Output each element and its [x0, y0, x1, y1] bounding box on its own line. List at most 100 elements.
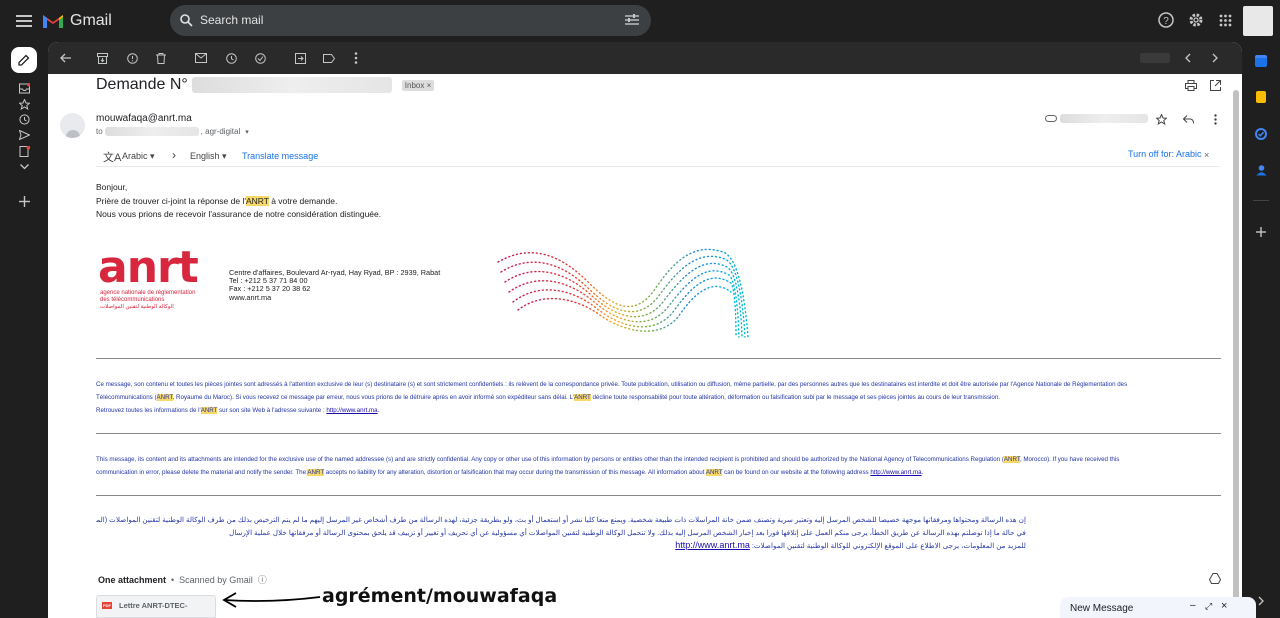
star-icon[interactable] — [12, 96, 36, 112]
chevron-right-icon[interactable] — [1256, 595, 1266, 607]
anrt-logo: anrt agence nationale de réglementation … — [98, 246, 218, 320]
close-icon[interactable]: × — [1204, 150, 1209, 160]
search-bar[interactable]: Search mail — [170, 5, 651, 36]
add-label-icon[interactable] — [12, 193, 36, 209]
print-icon[interactable] — [1184, 78, 1198, 92]
keep-icon[interactable] — [1256, 91, 1266, 103]
disclaimer-ar-line-3: للمزيد من المعلومات، يرجى الاطلاع على ال… — [675, 540, 1026, 550]
more-vert-icon[interactable] — [348, 50, 364, 66]
message-panel: Demande N° Inbox × mouwafaqa@anrt.ma to … — [48, 42, 1242, 618]
add-addon-icon[interactable] — [1254, 225, 1268, 239]
move-to-icon[interactable] — [292, 50, 308, 66]
compose-button[interactable] — [11, 47, 37, 73]
svg-text:?: ? — [1163, 16, 1169, 27]
side-panel — [1243, 42, 1280, 618]
back-arrow-icon[interactable] — [58, 50, 74, 66]
new-message-title[interactable]: New Message — [1070, 603, 1133, 614]
scrollbar-thumb[interactable] — [1233, 90, 1239, 610]
translate-icon: 文A — [103, 152, 122, 164]
source-language-label: Arabic — [122, 151, 148, 161]
body-line-1: Prière de trouver ci-joint la réponse de… — [96, 195, 338, 206]
chevron-right-icon[interactable] — [1207, 50, 1223, 66]
recipient-redacted — [104, 127, 199, 136]
chevron-down-icon[interactable]: ▾ — [245, 128, 249, 136]
app-name: Gmail — [70, 12, 112, 29]
gmail-logo-icon — [43, 15, 63, 28]
source-language-select[interactable]: Arabic ▾ — [122, 151, 155, 162]
delete-icon[interactable] — [153, 50, 169, 66]
attachment-card[interactable]: PDF Lettre ANRT-DTEC- — [96, 595, 216, 618]
disclaimer-ar-line-1: إن هذه الرسالة ومحتواها ومرفقاتها موجهة … — [96, 515, 1026, 524]
calendar-icon[interactable] — [1255, 55, 1267, 67]
gmail-logo[interactable]: Gmail — [42, 10, 112, 32]
inbox-chip[interactable]: Inbox × — [401, 79, 435, 91]
mark-unread-icon[interactable] — [193, 50, 209, 66]
logo-subtitle-3: الوكالة الوطنية لتقنين المواصلات — [100, 304, 174, 310]
disclaimer-fr-line-2: Télécommunications (ANRT, Royaume du Mar… — [96, 394, 1001, 401]
avatar[interactable] — [60, 113, 85, 138]
contacts-icon[interactable] — [1254, 163, 1268, 177]
more-vert-icon[interactable] — [1210, 112, 1220, 126]
draft-icon[interactable] — [12, 143, 36, 159]
disclaimer-en-line-1: This message, its content and its attach… — [96, 456, 1120, 463]
add-to-drive-icon[interactable] — [1208, 571, 1222, 585]
disclaimer-fr-line-1: Ce message, son contenu et toutes les pi… — [96, 381, 1128, 388]
logo-subtitle-1: agence nationale de réglementation — [100, 290, 196, 296]
add-task-icon[interactable] — [252, 50, 268, 66]
to-label: to — [96, 127, 103, 136]
disclaimer-french: Ce message, son contenu et toutes les pi… — [96, 378, 1226, 417]
chevron-left-icon[interactable] — [1180, 50, 1196, 66]
snooze-icon[interactable] — [223, 50, 239, 66]
pencil-icon — [18, 54, 30, 66]
sender-email[interactable]: mouwafaqa@anrt.ma — [96, 113, 192, 124]
anrt-website-link[interactable]: http://www.anrt.ma — [326, 407, 377, 414]
scanned-label: Scanned by Gmail — [179, 574, 253, 585]
minimize-icon[interactable]: – — [1190, 600, 1196, 611]
tune-icon[interactable] — [624, 13, 640, 27]
anrt-website-link[interactable]: http://www.anrt.ma — [870, 469, 921, 476]
gear-icon[interactable] — [1187, 11, 1205, 29]
menu-icon[interactable] — [14, 11, 34, 31]
report-spam-icon[interactable] — [124, 50, 140, 66]
subject-redacted — [191, 77, 392, 93]
close-icon[interactable]: × — [1221, 600, 1227, 612]
message-body: Bonjour, Prière de trouver ci-joint la r… — [96, 181, 381, 222]
chevron-down-icon[interactable] — [12, 159, 36, 175]
label-icon[interactable] — [321, 50, 337, 66]
target-language-select[interactable]: English ▾ — [190, 151, 227, 162]
logo-subtitle-2: des télécommunications — [100, 297, 165, 303]
star-icon[interactable] — [1154, 112, 1168, 126]
subject-title: Demande N° — [96, 76, 188, 93]
apps-grid-icon[interactable] — [1217, 12, 1233, 28]
search-icon[interactable] — [179, 13, 193, 27]
open-new-window-icon[interactable] — [1208, 78, 1222, 92]
help-icon[interactable]: ? — [1157, 11, 1175, 29]
translate-message-link[interactable]: Translate message — [242, 151, 318, 161]
send-icon[interactable] — [12, 127, 36, 143]
tasks-icon[interactable] — [1254, 127, 1268, 141]
annotation-label: agrément/mouwafaqa — [322, 585, 558, 607]
archive-icon[interactable] — [94, 50, 110, 66]
turn-off-translation-link[interactable]: Turn off for: Arabic — [1128, 149, 1202, 159]
disclaimer-fr-line-3: Retrouvez toutes les informations de l'A… — [96, 407, 380, 414]
reply-icon[interactable] — [1181, 112, 1195, 126]
decorative-wave-graphic — [497, 248, 749, 338]
new-message-window[interactable]: New Message – ⤢ × — [1060, 597, 1256, 618]
account-avatar[interactable] — [1243, 6, 1273, 36]
message-toolbar — [48, 42, 1242, 74]
date-redacted — [1060, 114, 1148, 123]
disclaimer-arabic: إن هذه الرسالة ومحتواها ومرفقاتها موجهة … — [96, 513, 1026, 552]
recipients-line[interactable]: to , agr-digital ▾ — [96, 127, 249, 136]
body-line-2: Nous vous prions de recevoir l'assurance… — [96, 209, 382, 219]
anrt-website-link[interactable]: http://www.anrt.ma — [675, 540, 750, 550]
chevron-right-icon: › — [172, 148, 176, 162]
info-icon[interactable]: ⓘ — [258, 573, 267, 586]
search-input[interactable]: Search mail — [200, 13, 263, 27]
fullscreen-icon[interactable]: ⤢ — [1205, 601, 1212, 612]
scrollbar-track[interactable] — [1232, 74, 1240, 618]
attachment-clip-icon — [1044, 113, 1058, 123]
clock-icon[interactable] — [12, 111, 36, 127]
inbox-icon[interactable] — [12, 80, 36, 96]
website-line: www.anrt.ma — [229, 292, 272, 302]
subject-line: Demande N° Inbox × — [96, 75, 435, 95]
